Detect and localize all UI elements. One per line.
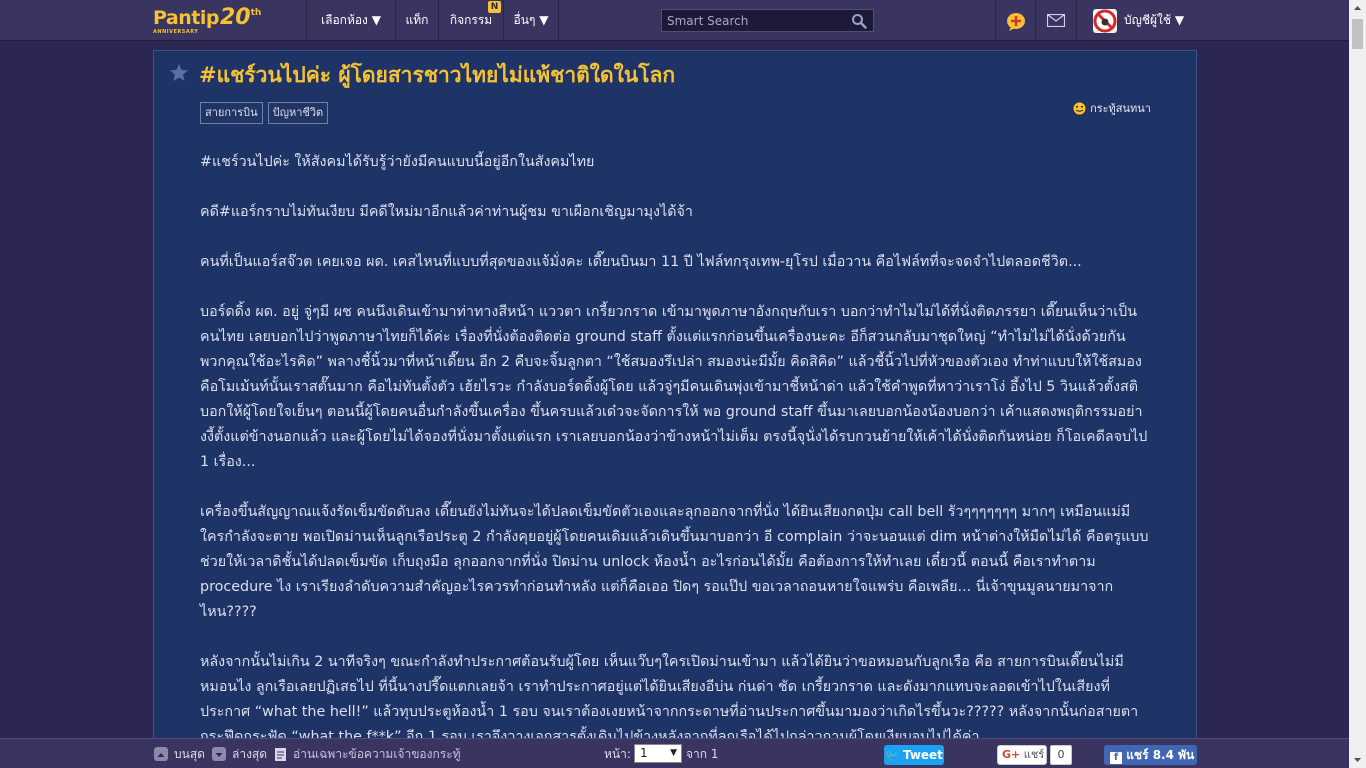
scroll-up-arrow-icon[interactable] [1349, 0, 1366, 17]
tag-airline[interactable]: สายการบิน [200, 102, 263, 124]
tag-list: สายการบิน ปัญหาชีวิต [200, 102, 329, 124]
mail-icon [1047, 14, 1065, 27]
search-input[interactable] [662, 10, 842, 32]
new-badge: N [488, 1, 501, 13]
topic-type: กระทู้สนทนา [1072, 99, 1151, 117]
scroll-down-arrow-icon[interactable] [1349, 751, 1366, 768]
google-plus-icon: G+ [1002, 748, 1021, 761]
new-topic-emoticon-icon [1007, 12, 1025, 31]
nav-select-room[interactable]: เลือกห้อง ▼ [307, 0, 395, 41]
body-paragraph: เครื่องขึ้นสัญญาณแจ้งรัดเข็มขัดดับลง เดี… [200, 504, 1149, 620]
nav-divider [558, 0, 559, 41]
google-plus-count: 0 [1050, 745, 1072, 765]
no-entry-avatar-icon [1093, 9, 1117, 32]
search-icon[interactable] [851, 13, 867, 29]
twitter-bird-icon: 🐦 [885, 749, 899, 762]
nav-tags[interactable]: แท็ก [396, 0, 438, 41]
facebook-share-label: แชร์ 8.4 พัน [1126, 748, 1195, 762]
pantip-logo[interactable]: Pantip 20 th ANNIVERSARY [153, 6, 261, 36]
body-paragraph: บอร์ดดิ้ง ผด. อยู่ จู่ๆมี ผช คนนึงเดินเข… [200, 304, 1148, 470]
google-plus-share-button[interactable]: G+ แชร์ [997, 745, 1047, 765]
logo-anniversary-number: 20 [219, 5, 251, 30]
account-menu[interactable]: บัญชีผู้ใช้ ▼ [1093, 0, 1184, 41]
messages-button[interactable] [1036, 0, 1076, 41]
body-paragraph: คดี#แอร์กราบไม่ทันเงียบ มีคดีใหม่มาอีกแล… [200, 204, 693, 220]
topic-title: #แชร์วนไปค่ะ ผู้โดยสารชาวไทยไม่แพ้ชาติใด… [199, 63, 676, 87]
nav-more[interactable]: อื่นๆ ▼ [504, 0, 558, 41]
owner-only-filter[interactable]: อ่านเฉพาะข้อความเจ้าของกระทู้ [293, 739, 461, 768]
scroll-to-bottom-label[interactable]: ล่างสุด [232, 739, 267, 768]
body-paragraph: คนที่เป็นแอร์สจ๊วต เคยเจอ ผด. เคสไหนที่แ… [200, 254, 1082, 270]
topic-type-label: กระทู้สนทนา [1090, 102, 1151, 115]
tweet-label: Tweet [902, 748, 943, 762]
logo-subtitle: ANNIVERSARY [153, 29, 199, 35]
logo-th: th [250, 8, 262, 18]
facebook-share-button[interactable]: f แชร์ 8.4 พัน [1104, 745, 1197, 765]
smart-search [661, 9, 874, 32]
page-scrollbar[interactable] [1349, 0, 1366, 768]
google-plus-share-label: แชร์ [1023, 748, 1045, 761]
body-paragraph: หลังจากนั้นไม่เกิน 2 นาทีจริงๆ ขณะกำลังท… [200, 654, 1139, 745]
logo-text: Pantip [153, 7, 219, 29]
owner-only-icon[interactable] [274, 739, 287, 768]
create-topic-button[interactable] [996, 0, 1036, 41]
document-icon [275, 748, 286, 761]
nav-divider [1076, 0, 1077, 41]
topic-body: #แชร์วนไปค่ะ ให้สังคมได้รับรู้ว่ายังมีคน… [200, 150, 1152, 768]
facebook-icon: f [1110, 752, 1122, 764]
scroll-to-top-label[interactable]: บนสุด [174, 739, 205, 768]
scroll-to-bottom-button[interactable] [212, 747, 226, 761]
favorite-star-icon[interactable] [169, 63, 189, 83]
page-label: หน้า: [604, 747, 631, 761]
page-select-value: 1 [640, 746, 648, 760]
scroll-thumb[interactable] [1352, 19, 1363, 49]
top-navigation-bar: Pantip 20 th ANNIVERSARY เลือกห้อง ▼ แท็… [0, 0, 1349, 41]
arrow-up-icon [157, 753, 165, 757]
account-label: บัญชีผู้ใช้ ▼ [1124, 13, 1185, 27]
topic-card: #แชร์วนไปค่ะ ผู้โดยสารชาวไทยไม่แพ้ชาติใด… [153, 50, 1197, 750]
arrow-down-icon [215, 753, 223, 757]
discussion-emoticon-icon [1072, 101, 1087, 115]
tweet-button[interactable]: 🐦 Tweet [884, 745, 944, 765]
scroll-to-top-button[interactable] [154, 747, 168, 761]
body-paragraph: #แชร์วนไปค่ะ ให้สังคมได้รับรู้ว่ายังมีคน… [200, 154, 595, 170]
page-select[interactable]: 1 ▼ [634, 744, 682, 763]
avatar [1093, 8, 1117, 33]
bottom-toolbar: บนสุด ล่างสุด อ่านเฉพาะข้อความเจ้าของกระ… [0, 738, 1349, 768]
tag-life-problem[interactable]: ปัญหาชีวิต [267, 102, 329, 124]
page-total-label: จาก 1 [686, 747, 719, 761]
chevron-down-icon: ▼ [670, 748, 677, 758]
